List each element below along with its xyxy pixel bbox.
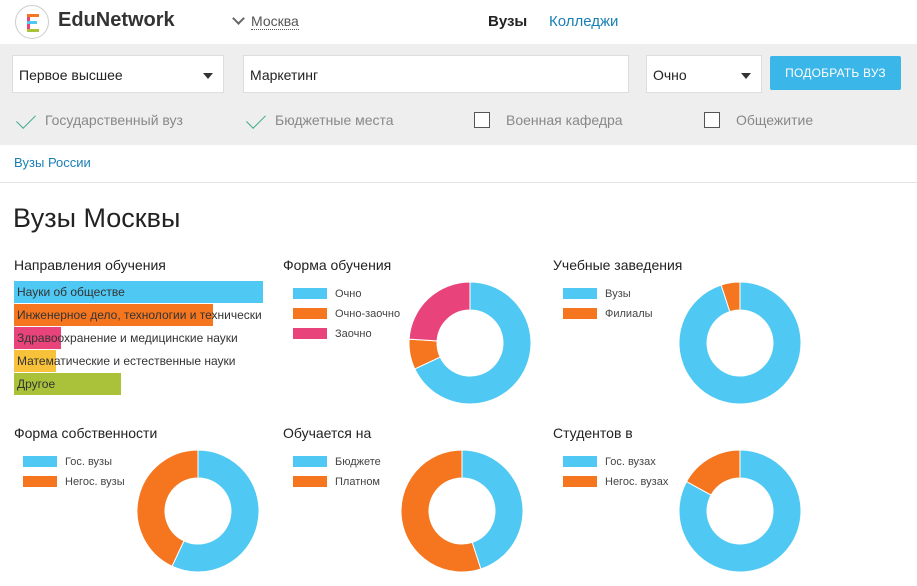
dormitory-label: Общежитие — [736, 112, 814, 128]
checkbox-box — [474, 112, 490, 128]
funding-title: Обучается на — [283, 425, 372, 441]
legend-swatch — [293, 308, 327, 319]
donut-chart — [408, 281, 532, 405]
specialty-input[interactable]: Маркетинг — [243, 55, 629, 93]
brand-name[interactable]: EduNetwork — [58, 9, 175, 32]
legend-swatch — [563, 288, 597, 299]
direction-label: Математические и естественные науки — [17, 354, 236, 368]
direction-label: Инженерное дело, технологии и технически — [17, 308, 262, 322]
city-selector[interactable]: Москва — [232, 12, 299, 30]
legend-swatch — [293, 288, 327, 299]
education-level-select[interactable]: Первое высшее — [12, 55, 224, 93]
top-header: EduNetwork Москва Вузы Колледжи — [0, 0, 917, 44]
page-title: Вузы Москвы — [13, 203, 181, 233]
legend-swatch — [293, 328, 327, 339]
direction-label: Здравоохранение и медицинские науки — [17, 331, 238, 345]
legend-label: Платном — [335, 476, 380, 488]
search-filters: Первое высшее Маркетинг Очно ПОДОБРАТЬ В… — [0, 44, 917, 145]
legend-label: Филиалы — [605, 308, 653, 320]
legend-label: Заочно — [335, 328, 372, 340]
study-form-select[interactable]: Очно — [646, 55, 762, 93]
dropdown-arrow-icon — [741, 73, 751, 79]
study-form-title: Форма обучения — [283, 257, 392, 273]
legend-label: Очно-заочно — [335, 308, 401, 320]
donut-chart — [678, 281, 802, 405]
find-university-button[interactable]: ПОДОБРАТЬ ВУЗ — [770, 56, 901, 90]
checkmark-icon — [16, 109, 36, 129]
military-department-label: Военная кафедра — [506, 112, 623, 128]
nav-tab-vuzy[interactable]: Вузы — [488, 13, 527, 30]
legend-label: Негос. вузах — [605, 476, 669, 488]
education-level-value: Первое высшее — [19, 67, 123, 83]
legend-swatch — [563, 476, 597, 487]
legend-label: Очно — [335, 288, 362, 300]
donut-slice[interactable] — [408, 281, 471, 342]
students-title: Студентов в — [553, 425, 633, 441]
legend-label: Бюджете — [335, 456, 381, 468]
specialty-value: Маркетинг — [250, 67, 319, 83]
donut-chart — [678, 449, 802, 573]
state-university-label: Государственный вуз — [45, 112, 183, 128]
chevron-down-icon — [232, 12, 245, 25]
legend-swatch — [293, 476, 327, 487]
ownership-title: Форма собственности — [14, 425, 158, 441]
direction-label: Другое — [17, 377, 56, 391]
nav-tab-colleges[interactable]: Колледжи — [549, 13, 618, 30]
legend-swatch — [23, 456, 57, 467]
budget-places-label: Бюджетные места — [275, 112, 394, 128]
donut-chart — [400, 449, 524, 573]
legend-swatch — [563, 308, 597, 319]
divider — [0, 182, 917, 183]
dropdown-arrow-icon — [203, 73, 213, 79]
legend-label: Гос. вузы — [65, 456, 113, 468]
institutions-title: Учебные заведения — [553, 257, 683, 273]
direction-label: Науки об обществе — [17, 285, 125, 299]
study-form-value: Очно — [653, 67, 687, 83]
brand-logo-icon[interactable] — [15, 5, 49, 39]
checkbox-box — [704, 112, 720, 128]
legend-swatch — [563, 456, 597, 467]
legend-label: Вузы — [605, 288, 631, 300]
donut-chart — [136, 449, 260, 573]
legend-label: Гос. вузах — [605, 456, 656, 468]
directions-title: Направления обучения — [14, 257, 166, 273]
city-name[interactable]: Москва — [251, 13, 299, 30]
breadcrumb[interactable]: Вузы России — [14, 155, 91, 170]
legend-label: Негос. вузы — [65, 476, 125, 488]
checkmark-icon — [246, 109, 266, 129]
legend-swatch — [23, 476, 57, 487]
legend-swatch — [293, 456, 327, 467]
